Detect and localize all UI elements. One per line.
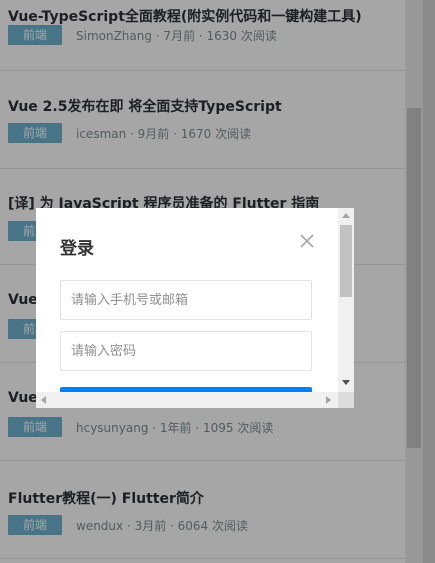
modal-horizontal-scrollbar[interactable] — [36, 392, 338, 408]
login-modal: 登录 — [36, 208, 354, 408]
scrollbar-corner — [338, 392, 354, 408]
scroll-up-arrow-icon[interactable] — [342, 213, 350, 218]
scroll-left-arrow-icon[interactable] — [41, 396, 46, 404]
modal-vertical-scrollbar[interactable] — [338, 208, 354, 392]
login-title: 登录 — [60, 239, 94, 259]
scroll-right-arrow-icon[interactable] — [326, 396, 331, 404]
modal-scrollbar-thumb[interactable] — [340, 225, 352, 297]
phone-email-input[interactable] — [60, 280, 312, 320]
close-icon[interactable] — [298, 232, 316, 250]
scroll-down-arrow-icon[interactable] — [342, 380, 350, 385]
password-input[interactable] — [60, 331, 312, 371]
